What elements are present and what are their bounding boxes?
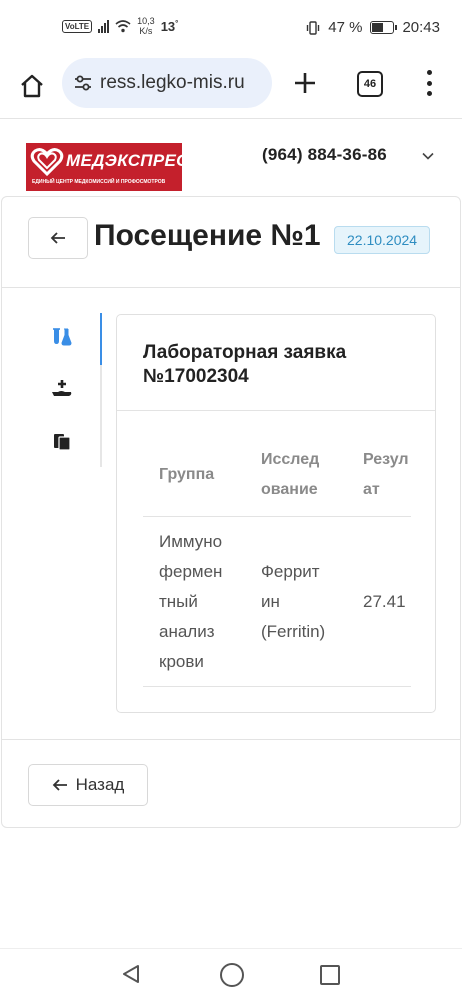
divider xyxy=(2,739,460,740)
speed-value: 10,3 xyxy=(137,16,155,26)
visit-card: Посещение №1 22.10.2024 Лабораторная зая… xyxy=(1,196,461,828)
sidebar-item-procedures[interactable] xyxy=(50,377,74,401)
signal-icon xyxy=(98,19,110,33)
battery-icon xyxy=(370,21,398,34)
logo-title: МЕДЭКСПРЕСС xyxy=(66,151,202,170)
system-nav-bar xyxy=(0,948,462,1001)
chevron-down-icon[interactable] xyxy=(420,148,436,164)
lab-flask-icon xyxy=(53,328,72,346)
table-header-rule xyxy=(143,516,411,517)
brand-logo[interactable]: МЕДЭКСПРЕСС ЕДИНЫЙ ЦЕНТР МЕДКОМИССИЙ И П… xyxy=(26,143,201,191)
nav-home-icon[interactable] xyxy=(220,963,244,987)
cell-group: Иммуно фермен тный анализ крови xyxy=(159,532,223,671)
column-header-study: Исслед ование xyxy=(261,451,320,498)
speed-unit: K/s xyxy=(139,26,153,36)
site-header: МЕДЭКСПРЕСС ЕДИНЫЙ ЦЕНТР МЕДКОМИССИЙ И П… xyxy=(0,119,462,196)
network-speed: 10,3 K/s xyxy=(137,16,155,36)
sidebar-active-indicator xyxy=(100,313,102,365)
sidebar-item-documents[interactable] xyxy=(50,429,74,453)
sidebar xyxy=(50,325,76,481)
arrow-left-icon xyxy=(50,232,65,244)
home-button[interactable] xyxy=(16,70,48,102)
browser-toolbar: ress.legko-mis.ru 46 xyxy=(0,58,462,119)
temperature-unit: ° xyxy=(175,18,179,28)
url-text[interactable]: ress.legko-mis.ru xyxy=(100,72,245,94)
site-settings-icon[interactable] xyxy=(72,72,94,94)
battery-fill xyxy=(372,23,383,32)
status-left: VoLTE 10,3 K/s 13° xyxy=(62,16,178,36)
logo-subtitle: ЕДИНЫЙ ЦЕНТР МЕДКОМИССИЙ И ПРОФОСМОТРОВ xyxy=(32,179,166,185)
address-bar[interactable]: ress.legko-mis.ru xyxy=(62,58,272,108)
home-icon xyxy=(21,74,43,98)
clock: 20:43 xyxy=(402,19,440,36)
documents-icon xyxy=(54,434,71,451)
divider xyxy=(117,410,435,411)
sidebar-item-lab[interactable] xyxy=(50,325,74,349)
battery-percent: 47 % xyxy=(328,19,363,36)
temperature: 13° xyxy=(161,19,179,34)
heart-logo-icon xyxy=(30,148,64,177)
wifi-icon xyxy=(115,20,131,33)
nav-back-icon[interactable] xyxy=(120,963,142,985)
hand-plus-icon xyxy=(52,380,72,396)
status-bar: VoLTE 10,3 K/s 13° 47 % 20:43 xyxy=(0,0,462,58)
phone-number[interactable]: (964) 884-36-86 xyxy=(262,145,387,165)
status-right: 47 % 20:43 xyxy=(306,19,440,36)
column-header-group: Группа xyxy=(159,466,215,483)
volte-indicator: VoLTE xyxy=(62,19,93,33)
lab-order-card: Лабораторная заявка №17002304 Группа Исс… xyxy=(116,314,436,713)
back-button[interactable]: Назад xyxy=(28,764,148,806)
plus-icon xyxy=(295,73,315,93)
column-header-result: Резул ат xyxy=(363,451,409,498)
arrow-left-icon xyxy=(52,779,67,791)
divider xyxy=(2,287,460,288)
tab-switcher-button[interactable]: 46 xyxy=(357,71,383,97)
cell-study: Феррит ин (Ferritin) xyxy=(261,562,326,641)
lab-order-title: Лабораторная заявка №17002304 xyxy=(143,342,347,387)
back-arrow-button[interactable] xyxy=(28,217,88,259)
nav-recents-icon[interactable] xyxy=(320,965,340,985)
vibrate-icon xyxy=(307,20,320,35)
date-badge: 22.10.2024 xyxy=(334,226,431,254)
table-row-rule xyxy=(143,686,411,687)
page-title: Посещение №1 xyxy=(94,219,321,252)
more-vert-icon[interactable] xyxy=(424,70,434,96)
back-button-label: Назад xyxy=(75,775,125,794)
cell-result: 27.41 xyxy=(363,592,406,611)
new-tab-button[interactable] xyxy=(290,68,320,98)
temperature-value: 13 xyxy=(160,18,176,34)
